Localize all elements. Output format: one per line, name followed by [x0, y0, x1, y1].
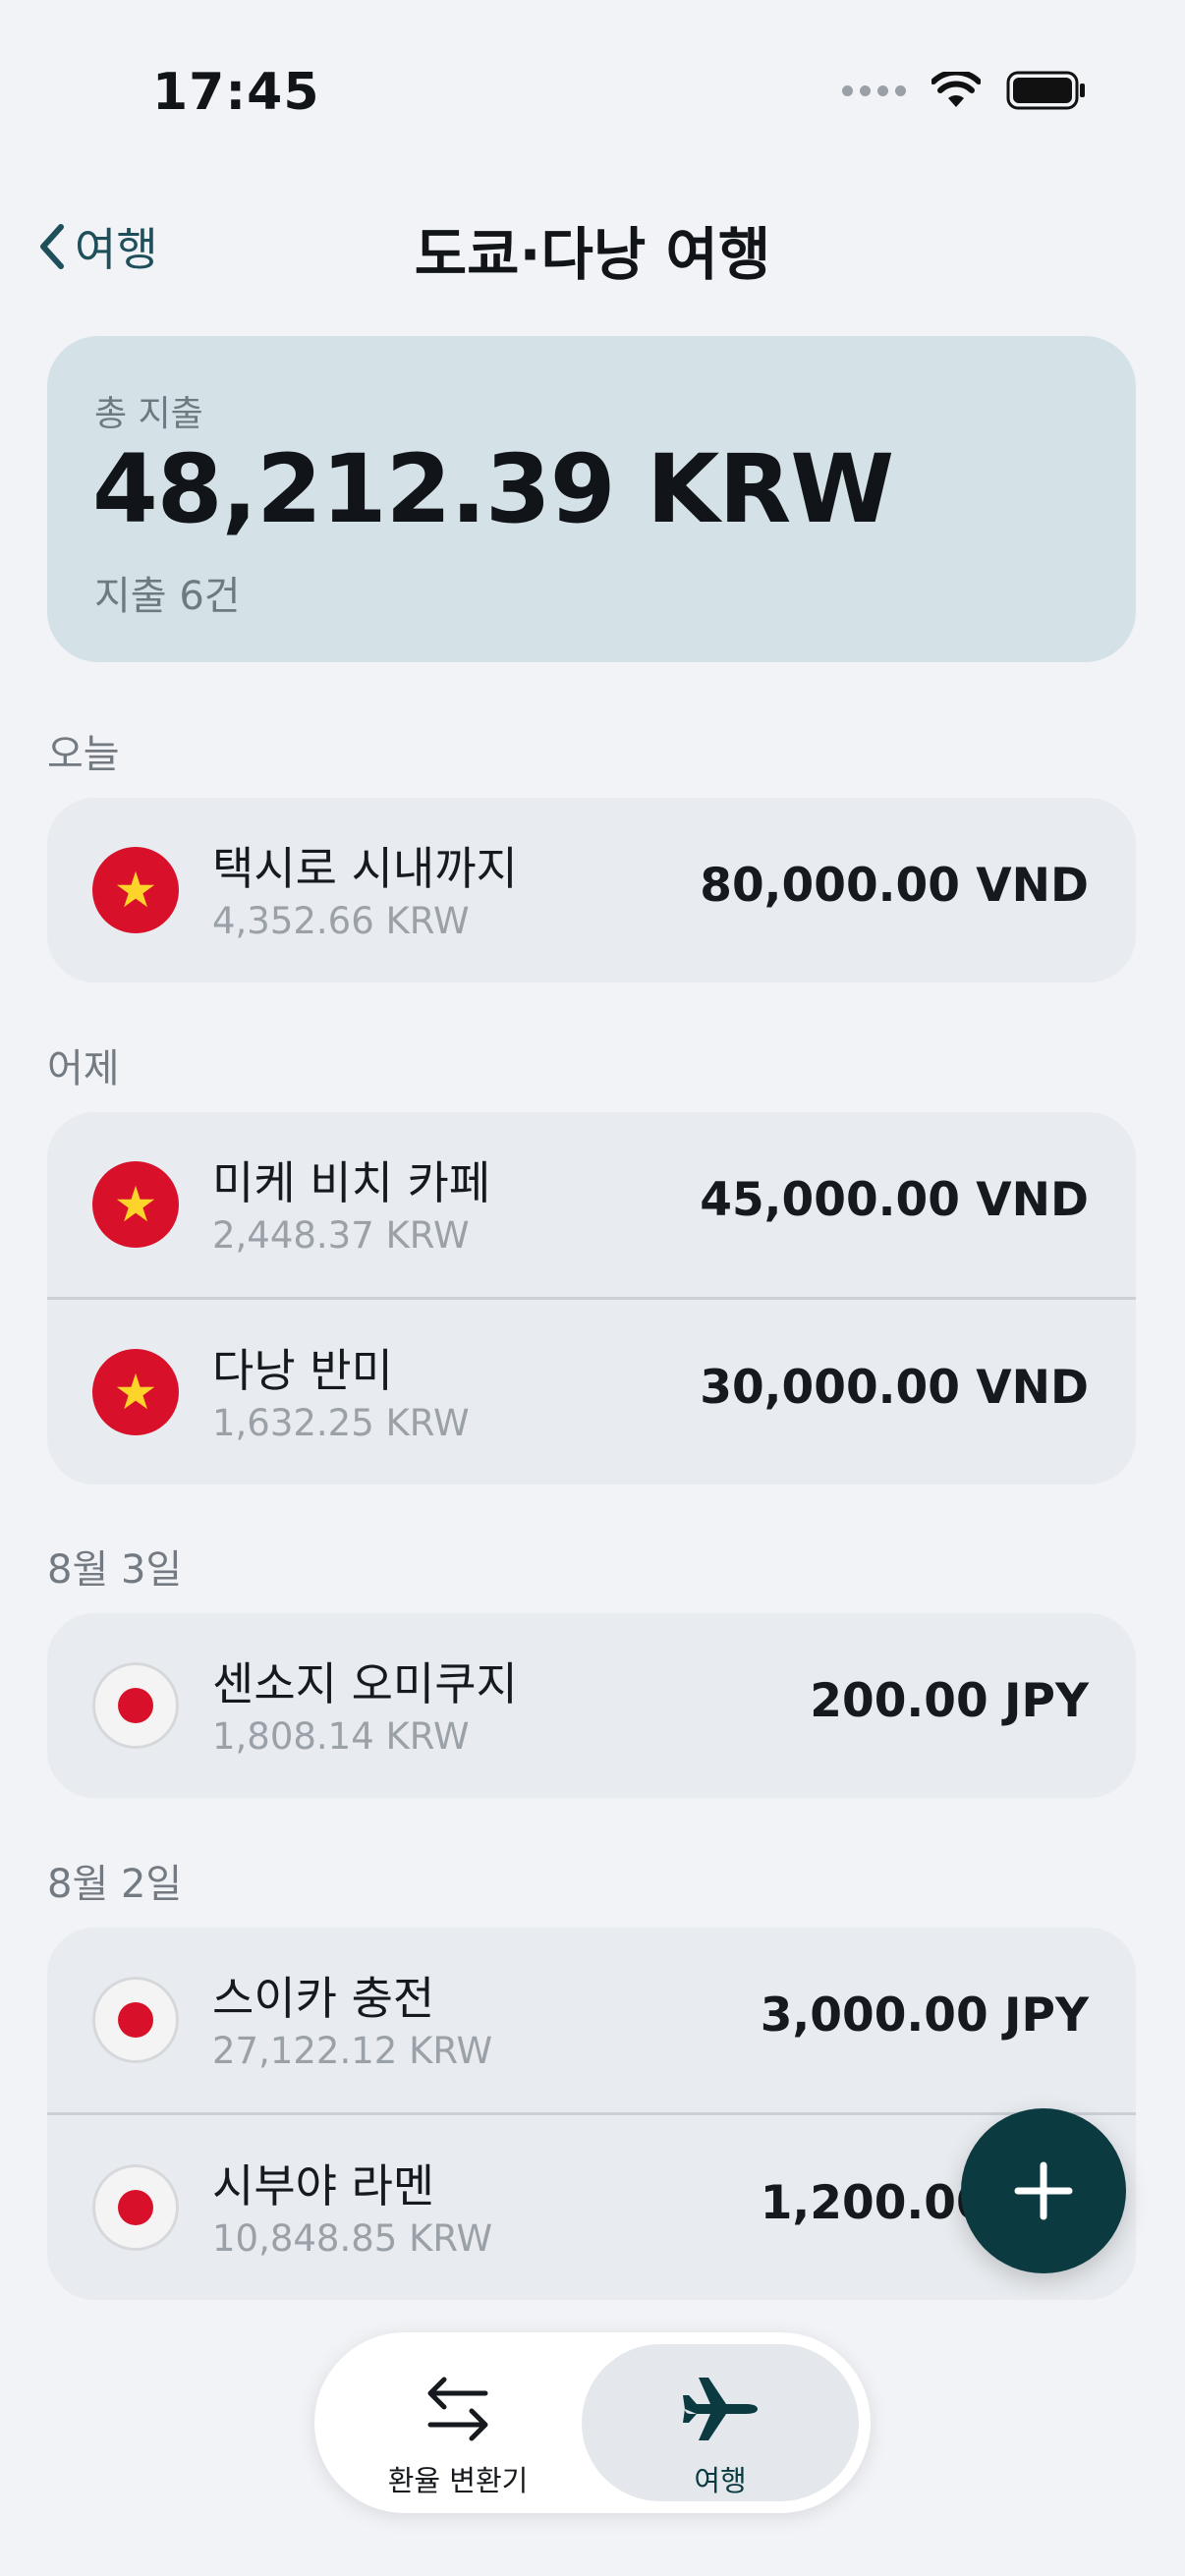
expense-row[interactable]: 택시로 시내까지 4,352.66 KRW 80,000.00 VND: [47, 798, 1136, 982]
expense-count: 지출 6건: [94, 574, 241, 619]
section-label-yesterday: 어제: [47, 1046, 120, 1092]
navigation-bar: 여행 도쿄·다낭 여행: [0, 196, 1185, 300]
expense-group-today: 택시로 시내까지 4,352.66 KRW 80,000.00 VND: [47, 798, 1136, 982]
expense-converted: 4,352.66 KRW: [212, 900, 470, 942]
expense-row[interactable]: 미케 비치 카페 2,448.37 KRW 45,000.00 VND: [47, 1112, 1136, 1297]
tab-trips[interactable]: 여행: [582, 2344, 859, 2501]
cellular-signal-icon: [842, 84, 906, 96]
exchange-arrows-icon: [427, 2377, 488, 2441]
airplane-icon: [683, 2378, 758, 2440]
wifi-icon: [931, 72, 981, 107]
expense-title: 택시로 시내까지: [212, 842, 518, 895]
vietnam-flag-icon: [92, 1161, 179, 1248]
expense-row[interactable]: 스이카 충전 27,122.12 KRW 3,000.00 JPY: [47, 1928, 1136, 2112]
status-bar: 17:45: [0, 0, 1185, 187]
vietnam-flag-icon: [92, 1349, 179, 1435]
tab-currency-converter[interactable]: 환율 변환기: [326, 2344, 590, 2501]
total-label: 총 지출: [94, 394, 203, 434]
status-time: 17:45: [152, 63, 320, 122]
expense-title: 미케 비치 카페: [212, 1156, 491, 1209]
expense-group-aug-3: 센소지 오미쿠지 1,808.14 KRW 200.00 JPY: [47, 1613, 1136, 1798]
expense-amount: 200.00 JPY: [810, 1674, 1089, 1728]
expense-converted: 1,632.25 KRW: [212, 1402, 470, 1444]
expense-converted: 2,448.37 KRW: [212, 1214, 470, 1257]
expense-row[interactable]: 다낭 반미 1,632.25 KRW 30,000.00 VND: [47, 1297, 1136, 1484]
tab-bar: 환율 변환기 여행: [314, 2332, 871, 2513]
page-title: 도쿄·다낭 여행: [414, 221, 771, 288]
japan-flag-icon: [92, 2164, 179, 2251]
expense-converted: 1,808.14 KRW: [212, 1715, 470, 1758]
expense-title: 시부야 라멘: [212, 2159, 435, 2212]
expense-row[interactable]: 센소지 오미쿠지 1,808.14 KRW 200.00 JPY: [47, 1613, 1136, 1798]
expense-title: 다낭 반미: [212, 1344, 393, 1397]
status-icons: [842, 71, 1087, 110]
total-spending-card: 총 지출 48,212.39 KRW 지출 6건: [47, 336, 1136, 662]
section-label-today: 오늘: [47, 732, 120, 777]
expense-converted: 27,122.12 KRW: [212, 2030, 493, 2072]
expense-group-yesterday: 미케 비치 카페 2,448.37 KRW 45,000.00 VND 다낭 반…: [47, 1112, 1136, 1484]
add-expense-button[interactable]: [961, 2108, 1126, 2273]
expense-amount: 45,000.00 VND: [700, 1173, 1089, 1227]
japan-flag-icon: [92, 1977, 179, 2063]
section-label-aug-2: 8월 2일: [47, 1862, 183, 1907]
tab-label: 환율 변환기: [387, 2464, 529, 2497]
expense-title: 센소지 오미쿠지: [212, 1657, 518, 1710]
japan-flag-icon: [92, 1662, 179, 1749]
expense-title: 스이카 충전: [212, 1972, 435, 2025]
battery-icon: [1006, 71, 1085, 110]
section-label-aug-3: 8월 3일: [47, 1547, 183, 1593]
expense-amount: 30,000.00 VND: [700, 1361, 1089, 1415]
tab-label: 여행: [694, 2464, 747, 2497]
expense-amount: 3,000.00 JPY: [760, 1988, 1089, 2043]
expense-converted: 10,848.85 KRW: [212, 2217, 493, 2260]
plus-icon: [1014, 2161, 1073, 2220]
expense-amount: 80,000.00 VND: [700, 859, 1089, 913]
total-amount: 48,212.39 KRW: [92, 434, 894, 544]
vietnam-flag-icon: [92, 847, 179, 933]
expense-group-aug-2: 스이카 충전 27,122.12 KRW 3,000.00 JPY 시부야 라멘…: [47, 1928, 1136, 2300]
